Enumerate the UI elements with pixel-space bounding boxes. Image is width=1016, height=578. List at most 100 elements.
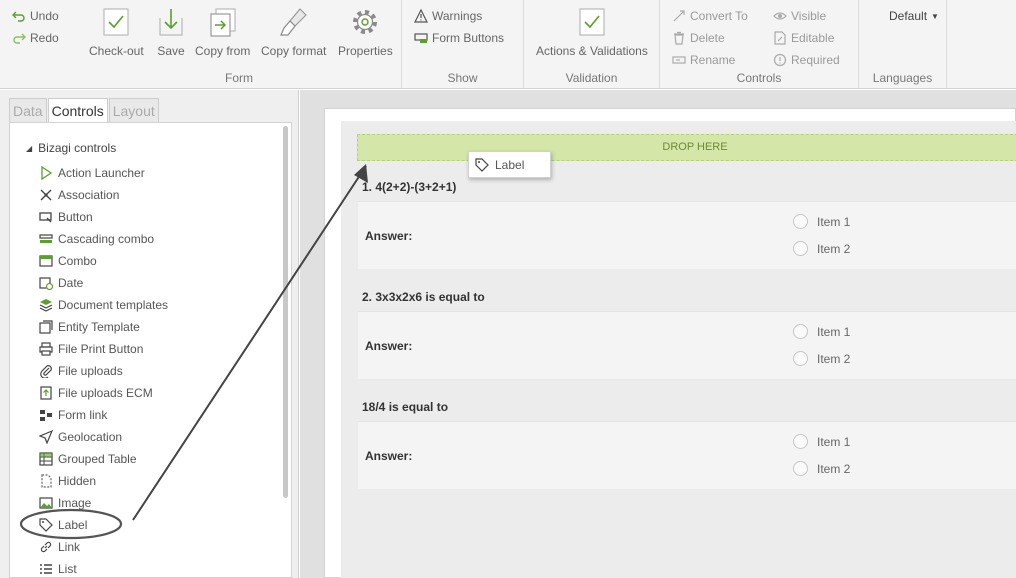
tree-item-label[interactable]: Label bbox=[39, 516, 87, 534]
tree-item-form-link[interactable]: Form link bbox=[39, 406, 107, 424]
form-body: DROP HERE 1. 4(2+2)-(3+2+1) Answer: Item… bbox=[341, 121, 1016, 578]
upload-ecm-icon bbox=[40, 386, 52, 400]
panel-tabs: Data Controls Layout bbox=[9, 98, 160, 123]
tree-item-image[interactable]: Image bbox=[39, 494, 91, 512]
radio-label: Item 2 bbox=[817, 461, 851, 476]
warnings-button[interactable]: Warnings bbox=[414, 7, 482, 25]
play-icon bbox=[41, 166, 53, 180]
tab-data[interactable]: Data bbox=[9, 98, 47, 122]
required-button[interactable]: Required bbox=[773, 51, 840, 69]
rename-button[interactable]: Rename bbox=[672, 51, 735, 69]
radio-circle[interactable] bbox=[793, 324, 808, 339]
validation-group-label: Validation bbox=[565, 71, 618, 85]
form-buttons-icon bbox=[414, 33, 428, 43]
form-group-label: Form bbox=[225, 71, 253, 85]
caret-down-icon: ▼ bbox=[931, 11, 939, 21]
tree-root-label: Bizagi controls bbox=[38, 141, 117, 155]
radio-option[interactable]: Item 2 bbox=[793, 351, 850, 366]
editable-label: Editable bbox=[791, 31, 835, 45]
tree-item-list[interactable]: List bbox=[39, 560, 77, 577]
button-icon bbox=[39, 212, 52, 223]
redo-button[interactable]: Redo bbox=[12, 29, 59, 47]
tree-item-action-launcher[interactable]: Action Launcher bbox=[39, 164, 145, 182]
tree-item-cascading-combo[interactable]: Cascading combo bbox=[39, 230, 154, 248]
link-icon bbox=[40, 541, 52, 553]
dragged-label-text: Label bbox=[495, 157, 525, 172]
tree-item-link[interactable]: Link bbox=[39, 538, 80, 556]
convert-to-button[interactable]: Convert To bbox=[672, 7, 748, 25]
tree-item-label: Association bbox=[58, 188, 120, 202]
visible-label: Visible bbox=[791, 9, 827, 23]
properties-button[interactable]: Properties bbox=[338, 6, 393, 58]
tree-item-entity-template[interactable]: Entity Template bbox=[39, 318, 140, 336]
tree-item-grouped-table[interactable]: Grouped Table bbox=[39, 450, 137, 468]
actions-validations-button[interactable]: Actions & Validations bbox=[536, 6, 648, 58]
cascading-combo-icon bbox=[39, 234, 53, 243]
controls-tree: ◢ Bizagi controls Action Launcher Associ… bbox=[9, 122, 292, 578]
drop-zone[interactable]: DROP HERE bbox=[357, 134, 1016, 161]
copy-format-button[interactable]: Copy format bbox=[261, 6, 326, 58]
checkout-button[interactable]: Check-out bbox=[89, 6, 144, 58]
tree-item-label: Label bbox=[58, 518, 88, 532]
answer-row-2[interactable]: Answer: Item 1 Item 2 bbox=[358, 311, 1016, 379]
visible-button[interactable]: Visible bbox=[773, 7, 826, 25]
question-1-label[interactable]: 1. 4(2+2)-(3+2+1) bbox=[362, 180, 456, 194]
tree-item-association[interactable]: Association bbox=[39, 186, 119, 204]
warning-icon bbox=[414, 9, 428, 23]
list-icon bbox=[40, 564, 52, 574]
answer-row-3[interactable]: Answer: Item 1 Item 2 bbox=[358, 421, 1016, 489]
tree-item-file-uploads-ecm[interactable]: File uploads ECM bbox=[39, 384, 153, 402]
tree-item-file-uploads[interactable]: File uploads bbox=[39, 362, 123, 380]
question-3-label[interactable]: 18/4 is equal to bbox=[362, 400, 448, 414]
tree-item-combo[interactable]: Combo bbox=[39, 252, 97, 270]
tree-scrollbar[interactable] bbox=[283, 126, 288, 498]
undo-label: Undo bbox=[30, 9, 59, 23]
copy-from-icon bbox=[210, 8, 236, 37]
radio-option[interactable]: Item 2 bbox=[793, 461, 850, 476]
tree-item-date[interactable]: Date bbox=[39, 274, 83, 292]
language-dropdown[interactable]: Default ▼ bbox=[889, 7, 939, 25]
controls-group: Convert To Delete Rename Visible Editabl… bbox=[660, 0, 859, 88]
rename-label: Rename bbox=[690, 53, 736, 67]
question-2-label[interactable]: 2. 3x3x2x6 is equal to bbox=[362, 290, 485, 304]
radio-circle[interactable] bbox=[793, 214, 808, 229]
form-buttons-button[interactable]: Form Buttons bbox=[414, 29, 504, 47]
editable-button[interactable]: Editable bbox=[773, 29, 834, 47]
tree-root-bizagi-controls[interactable]: ◢ Bizagi controls bbox=[26, 141, 116, 155]
answer-row-1[interactable]: Answer: Item 1 Item 2 bbox=[358, 201, 1016, 269]
radio-circle[interactable] bbox=[793, 434, 808, 449]
undo-redo-group: Undo Redo bbox=[0, 0, 77, 88]
tree-item-label: Document templates bbox=[58, 298, 169, 312]
tree-item-button[interactable]: Button bbox=[39, 208, 93, 226]
undo-button[interactable]: Undo bbox=[12, 7, 59, 25]
tree-item-hidden[interactable]: Hidden bbox=[39, 472, 96, 490]
tree-item-file-print-button[interactable]: File Print Button bbox=[39, 340, 143, 358]
radio-option[interactable]: Item 1 bbox=[793, 214, 850, 229]
radio-circle[interactable] bbox=[793, 461, 808, 476]
tree-item-document-templates[interactable]: Document templates bbox=[39, 296, 168, 314]
copy-from-button[interactable]: Copy from bbox=[195, 6, 250, 58]
tree-item-label: Form link bbox=[58, 408, 108, 422]
radio-option[interactable]: Item 2 bbox=[793, 241, 850, 256]
tab-layout[interactable]: Layout bbox=[108, 98, 159, 122]
delete-label: Delete bbox=[690, 31, 725, 45]
radio-circle[interactable] bbox=[793, 241, 808, 256]
radio-option[interactable]: Item 1 bbox=[793, 324, 850, 339]
tree-item-label: Action Launcher bbox=[58, 166, 145, 180]
document-templates-icon bbox=[39, 299, 53, 312]
controls-group-label: Controls bbox=[736, 71, 782, 85]
tree-item-label: Entity Template bbox=[58, 320, 140, 334]
radio-label: Item 1 bbox=[817, 324, 851, 339]
dragged-label-control[interactable]: Label bbox=[468, 151, 551, 178]
radio-option[interactable]: Item 1 bbox=[793, 434, 850, 449]
answer-label: Answer: bbox=[365, 449, 413, 463]
tab-controls[interactable]: Controls bbox=[47, 98, 108, 123]
radio-label: Item 2 bbox=[817, 241, 851, 256]
tree-item-geolocation[interactable]: Geolocation bbox=[39, 428, 122, 446]
tree-item-label: File uploads ECM bbox=[58, 386, 153, 400]
delete-button[interactable]: Delete bbox=[672, 29, 725, 47]
radio-circle[interactable] bbox=[793, 351, 808, 366]
save-button[interactable]: Save bbox=[155, 6, 187, 58]
tree-item-label: Date bbox=[58, 276, 84, 290]
tree-item-label: Link bbox=[58, 540, 81, 554]
